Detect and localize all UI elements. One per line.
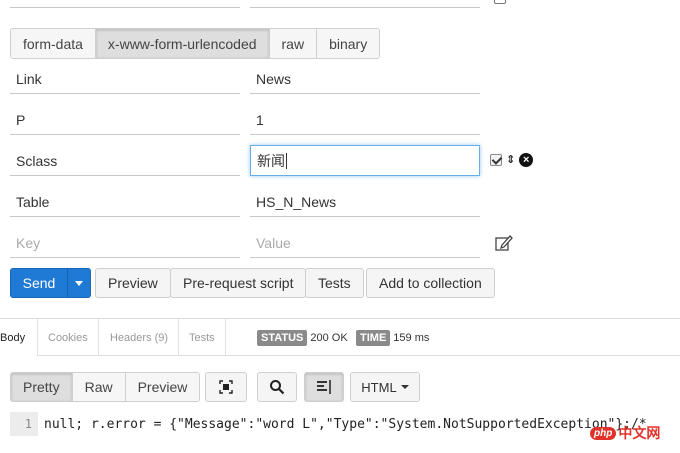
param-row: Table HS_N_News (10, 187, 480, 217)
line-number: 1 (10, 412, 38, 436)
body-type-form-data[interactable]: form-data (11, 29, 96, 58)
param-key-input[interactable]: Table (10, 187, 240, 217)
watermark-php: php (590, 426, 617, 440)
wrap-lines-icon (317, 380, 331, 394)
delete-icon[interactable]: × (519, 153, 534, 167)
send-dropdown[interactable] (67, 269, 90, 297)
param-value-input-focused[interactable]: 新闻 (250, 145, 480, 176)
tab-body[interactable]: Body (0, 319, 38, 356)
param-key-input[interactable]: Sclass (10, 146, 240, 176)
new-param-row: Key Value (10, 228, 480, 258)
time-badge: TIME (356, 330, 391, 346)
param-value-input[interactable]: News (250, 64, 480, 94)
new-key-input[interactable]: Key (10, 228, 240, 258)
body-type-binary[interactable]: binary (317, 29, 380, 58)
prev-key-field[interactable] (10, 0, 240, 8)
view-pretty[interactable]: Pretty (11, 373, 73, 401)
status-value: 200 OK (310, 332, 348, 344)
caret-down-icon (400, 385, 409, 389)
watermark-cn: 中文网 (618, 425, 661, 441)
edit-icon-top[interactable] (494, 0, 506, 4)
reorder-icon[interactable]: ⇕ (506, 154, 515, 166)
format-label: HTML (361, 379, 397, 395)
param-row: Sclass 新闻 (10, 145, 480, 176)
status-badge: STATUS (257, 330, 308, 346)
prerequest-script-button[interactable]: Pre-request script (170, 268, 307, 298)
search-icon (270, 380, 285, 395)
time-value: 159 ms (393, 332, 430, 344)
param-key-input[interactable]: Link (10, 64, 240, 94)
view-preview[interactable]: Preview (125, 373, 200, 401)
param-row: P 1 (10, 105, 480, 135)
view-mode-selector: Pretty Raw Preview (10, 372, 201, 402)
param-value-input[interactable]: HS_N_News (250, 187, 480, 217)
param-value-text: 新闻 (257, 152, 285, 169)
body-type-raw[interactable]: raw (269, 29, 318, 58)
response-code: 1 null; r.error = {"Message":"word L","T… (10, 412, 680, 436)
tab-headers[interactable]: Headers (9) (100, 319, 180, 356)
tests-button[interactable]: Tests (305, 268, 364, 298)
status-display: STATUS 200 OK (257, 330, 348, 346)
time-display: TIME 159 ms (356, 330, 429, 346)
search-button[interactable] (257, 372, 297, 402)
body-type-selector: form-data x-www-form-urlencoded raw bina… (10, 28, 381, 59)
caret-down-icon (75, 280, 83, 286)
wrap-lines-button[interactable] (304, 372, 344, 402)
new-value-input[interactable]: Value (250, 228, 480, 258)
send-button-group: Send (10, 268, 91, 298)
copy-button[interactable] (205, 372, 247, 402)
watermark-logo: php 中文网 (590, 423, 660, 443)
text-caret (286, 152, 287, 169)
param-row: Link News (10, 64, 480, 94)
body-type-urlencoded[interactable]: x-www-form-urlencoded (95, 29, 270, 58)
row-controls: ⇕ × (490, 153, 534, 167)
tab-tests[interactable]: Tests (179, 319, 226, 356)
param-value-input[interactable]: 1 (250, 105, 480, 135)
code-line: null; r.error = {"Message":"word L","Typ… (44, 416, 647, 432)
tab-cookies[interactable]: Cookies (38, 319, 99, 356)
preview-button[interactable]: Preview (95, 268, 171, 298)
bulk-edit-icon[interactable] (494, 233, 514, 253)
param-key-input[interactable]: P (10, 105, 240, 135)
fullscreen-icon (219, 380, 233, 394)
response-tab-bar: Body Cookies Headers (9) Tests STATUS 20… (0, 318, 680, 356)
prev-value-field[interactable] (250, 0, 480, 8)
format-dropdown[interactable]: HTML (350, 372, 420, 402)
enable-checkbox[interactable] (490, 154, 502, 166)
view-raw[interactable]: Raw (72, 373, 126, 401)
add-to-collection-button[interactable]: Add to collection (366, 268, 495, 298)
send-button[interactable]: Send (11, 269, 67, 297)
